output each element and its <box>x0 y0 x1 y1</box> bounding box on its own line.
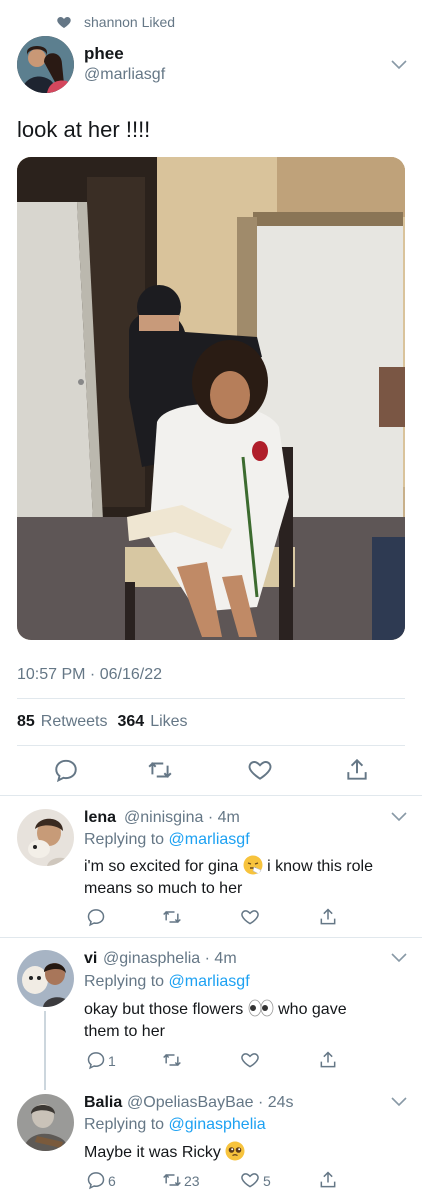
retweet-button[interactable] <box>147 757 173 783</box>
share-button[interactable] <box>318 907 338 927</box>
retweet-icon <box>163 910 181 924</box>
reply-text-part: Maybe it was Ricky <box>84 1144 221 1161</box>
reply-count: 6 <box>108 1173 116 1189</box>
reply-avatar[interactable] <box>17 1094 74 1151</box>
pleading-face-emoji <box>225 1141 245 1161</box>
like-count: 5 <box>263 1173 271 1189</box>
share-icon <box>320 908 336 925</box>
replying-to-handle[interactable]: @ginasphelia <box>169 1116 266 1133</box>
reply-text-part: means so much to her <box>84 880 243 897</box>
replying-to: Replying to @marliasgf <box>84 973 250 991</box>
heart-outline-icon <box>241 910 259 925</box>
like-count[interactable]: 364 <box>118 713 145 731</box>
likes-label[interactable]: Likes <box>150 713 187 731</box>
tweet-stats: 85 Retweets 364 Likes <box>17 713 188 731</box>
heart-outline-icon <box>241 1173 259 1188</box>
reply-icon <box>55 759 77 783</box>
chevron-down-icon[interactable] <box>391 1097 407 1107</box>
reply-avatar[interactable] <box>17 950 74 1007</box>
reply-text-part: them to her <box>84 1023 165 1040</box>
tweet-photo[interactable] <box>17 157 405 640</box>
chevron-down-icon[interactable] <box>391 60 407 70</box>
reply-count: 1 <box>108 1053 116 1069</box>
replying-to: Replying to @marliasgf <box>84 831 250 849</box>
share-button[interactable] <box>318 1050 338 1070</box>
author-avatar[interactable] <box>17 36 74 93</box>
divider <box>17 745 405 746</box>
tweet-timestamp[interactable]: 10:57 PM · 06/16/22 <box>17 666 162 684</box>
retweet-icon <box>163 1173 181 1187</box>
like-button[interactable] <box>240 1170 260 1190</box>
author-display-name[interactable]: phee <box>84 44 124 64</box>
retweet-icon <box>163 1053 181 1067</box>
replying-to-label: Replying to <box>84 831 165 848</box>
reply-text-part: okay but those flowers <box>84 1001 244 1018</box>
divider <box>0 937 422 938</box>
reply-icon <box>87 1052 105 1070</box>
reply-text: okay but those flowers who gave them to … <box>84 998 347 1043</box>
reply-button[interactable] <box>86 1050 106 1070</box>
share-button[interactable] <box>318 1170 338 1190</box>
heart-icon <box>57 17 71 28</box>
tweet-text: look at her !!!! <box>17 117 151 142</box>
reply-button[interactable] <box>86 907 106 927</box>
retweet-count: 23 <box>184 1173 200 1189</box>
chevron-down-icon[interactable] <box>391 812 407 822</box>
reply-button[interactable] <box>86 1170 106 1190</box>
reply-button[interactable] <box>53 757 79 783</box>
reply-text: Maybe it was Ricky <box>84 1141 245 1164</box>
like-button[interactable] <box>240 907 260 927</box>
share-icon <box>347 758 367 780</box>
retweet-button[interactable] <box>162 1170 182 1190</box>
reply-text-part: i know this role <box>267 858 373 875</box>
divider <box>0 795 422 796</box>
retweets-label[interactable]: Retweets <box>41 713 108 731</box>
heart-outline-icon <box>248 761 272 780</box>
social-context: shannon Liked <box>57 12 175 32</box>
divider <box>17 698 405 699</box>
chevron-down-icon[interactable] <box>391 953 407 963</box>
reply-icon <box>87 1172 105 1190</box>
reply-author-handle[interactable]: @ninisgina · 4m <box>124 809 240 827</box>
reply-icon <box>87 909 105 927</box>
reply-author-name[interactable]: Balia <box>84 1094 122 1112</box>
replying-to-label: Replying to <box>84 1116 165 1133</box>
reply-avatar[interactable] <box>17 809 74 866</box>
heart-outline-icon <box>241 1053 259 1068</box>
retweet-count[interactable]: 85 <box>17 713 35 731</box>
reply-author-handle[interactable]: @OpeliasBayBae · 24s <box>127 1094 294 1112</box>
retweet-button[interactable] <box>162 907 182 927</box>
like-button[interactable] <box>247 757 273 783</box>
reply-text: i'm so excited for gina i know this role… <box>84 855 373 900</box>
reply-author-name[interactable]: vi <box>84 950 97 968</box>
context-text[interactable]: shannon Liked <box>84 14 175 30</box>
reply-author-handle[interactable]: @ginasphelia · 4m <box>103 950 237 968</box>
like-button[interactable] <box>240 1050 260 1070</box>
retweet-icon <box>148 762 172 778</box>
reply-text-part: who gave <box>278 1001 347 1018</box>
thread-line <box>44 1011 46 1090</box>
eyes-emoji <box>248 999 274 1017</box>
replying-to-label: Replying to <box>84 973 165 990</box>
replying-to-handle[interactable]: @marliasgf <box>169 973 250 990</box>
replying-to-handle[interactable]: @marliasgf <box>169 831 250 848</box>
share-icon <box>320 1171 336 1188</box>
sneezing-face-emoji <box>243 855 263 875</box>
share-icon <box>320 1051 336 1068</box>
retweet-button[interactable] <box>162 1050 182 1070</box>
reply-author-name[interactable]: lena <box>84 809 116 827</box>
share-button[interactable] <box>344 757 370 783</box>
reply-text-part: i'm so excited for gina <box>84 858 239 875</box>
replying-to: Replying to @ginasphelia <box>84 1116 266 1134</box>
author-handle[interactable]: @marliasgf <box>84 66 165 84</box>
